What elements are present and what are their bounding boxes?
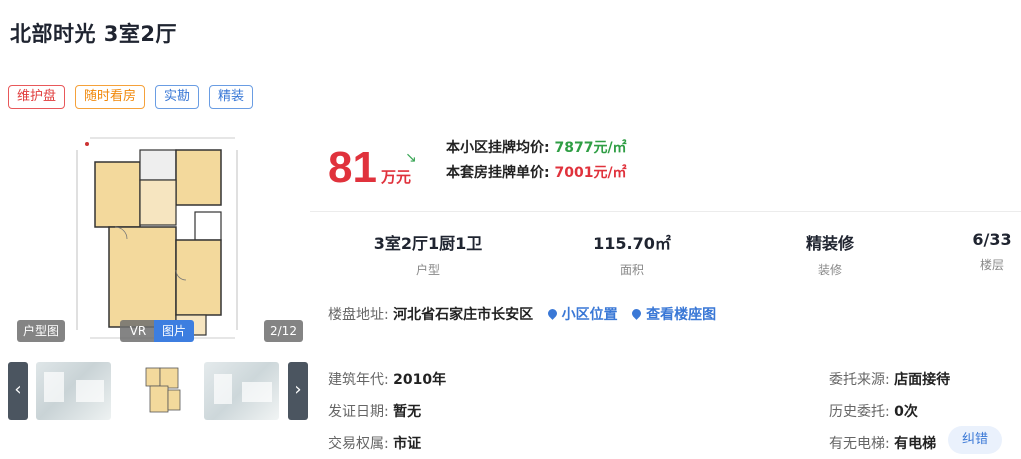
price-value: 81 [328,143,377,192]
fact-value: 3室2厅1厨1卫 [373,234,483,253]
listing-title: 北部时光 3室2厅 [10,22,178,46]
tag-maintained: 维护盘 [8,85,66,109]
tag-anytime-viewing: 随时看房 [75,85,146,109]
thumbnail-photo-1[interactable] [36,362,111,420]
fact-floor: 6/33 楼层 [967,230,1017,273]
detail-value: 市证 [393,436,422,452]
fact-decoration: 精装修 装修 [790,230,870,278]
chevron-left-icon[interactable]: ‹ [8,362,28,420]
detail-year: 建筑年代: 2010年 [328,369,446,389]
community-location-link[interactable]: 小区位置 [545,307,618,323]
detail-cert-date: 发证日期: 暂无 [328,401,421,421]
thumbnail-floor-plan[interactable] [126,362,201,420]
building-map-text: 查看楼座图 [646,307,717,323]
total-price: 81 万元 [328,143,411,193]
detail-label: 委托来源: [829,372,890,388]
community-average-value: 7877元/㎡ [554,140,627,156]
fact-value: 精装修 [805,234,854,253]
detail-label: 历史委托: [829,404,890,420]
detail-label: 有无电梯: [829,436,890,452]
detail-label: 交易权属: [328,436,389,452]
fact-value: 115.70㎡ [593,234,671,253]
fact-area: 115.70㎡ 面积 [587,230,677,278]
thumbnail-strip: ‹ › [8,360,308,420]
thumbnail-photo-2[interactable] [204,362,279,420]
photos-tab[interactable]: 图片 [154,320,194,342]
divider [310,211,1021,212]
image-counter: 2/12 [264,320,303,342]
detail-label: 建筑年代: [328,372,389,388]
detail-label: 发证日期: [328,404,389,420]
unit-price: 本套房挂牌单价: 7001元/㎡ [446,162,627,182]
detail-value: 暂无 [393,404,422,420]
fact-label: 面积 [619,263,644,277]
community-average-price: 本小区挂牌均价: 7877元/㎡ [446,137,627,157]
address-value: 河北省石家庄市长安区 [393,307,534,323]
price-unit: 万元 [380,168,411,186]
location-pin-icon [545,307,559,320]
community-average-label: 本小区挂牌均价: [446,140,550,156]
unit-price-value: 7001元/㎡ [554,165,627,181]
vr-tab[interactable]: VR [120,320,156,342]
tag-list: 维护盘 随时看房 实勘 精装 [8,85,254,109]
detail-value: 2010年 [393,372,447,388]
tag-surveyed: 实勘 [155,85,200,109]
address-label: 楼盘地址: [328,307,389,323]
fact-layout: 3室2厅1厨1卫 户型 [373,230,483,278]
fact-label: 楼层 [979,258,1004,272]
tag-fine-decoration: 精装 [209,85,254,109]
detail-rights: 交易权属: 市证 [328,433,421,453]
correction-button[interactable]: 纠错 [948,426,1003,454]
building-map-link[interactable]: 查看楼座图 [630,307,717,323]
floor-plan-badge[interactable]: 户型图 [17,320,66,342]
trend-down-icon: ↘ [405,150,417,166]
detail-elevator: 有无电梯: 有电梯 [829,433,936,453]
fact-label: 户型 [415,263,440,277]
fact-value: 6/33 [972,230,1012,249]
detail-source: 委托来源: 店面接待 [829,369,950,389]
detail-history: 历史委托: 0次 [829,401,918,421]
fact-label: 装修 [817,263,842,277]
location-pin-icon [630,307,643,320]
community-location-text: 小区位置 [561,307,618,323]
unit-price-label: 本套房挂牌单价: [446,165,550,181]
floor-plan-image[interactable] [15,130,300,345]
chevron-right-icon[interactable]: › [288,362,308,420]
detail-value: 有电梯 [894,436,937,452]
address-row: 楼盘地址: 河北省石家庄市长安区 小区位置 查看楼座图 [328,304,716,324]
detail-value: 店面接待 [894,372,951,388]
detail-value: 0次 [894,404,918,420]
